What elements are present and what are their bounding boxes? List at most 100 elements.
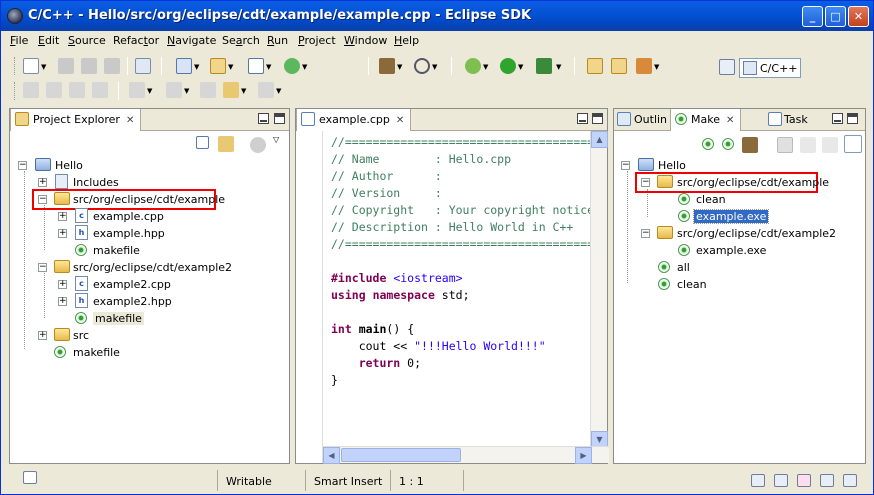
- search-icon[interactable]: [636, 58, 652, 74]
- home-icon[interactable]: [777, 137, 793, 153]
- scroll-thumb[interactable]: [341, 448, 461, 462]
- minimize-view-button[interactable]: [258, 113, 269, 124]
- menu-file[interactable]: File: [10, 34, 28, 47]
- maximize-view-button[interactable]: [274, 113, 285, 124]
- expand-icon[interactable]: +: [58, 297, 67, 306]
- tab-project-explorer[interactable]: Project Explorer ✕: [10, 109, 142, 131]
- menu-search[interactable]: Search: [222, 34, 260, 47]
- back-icon[interactable]: [800, 137, 816, 153]
- target-dropdown-icon[interactable]: ▼: [432, 64, 439, 71]
- build-icon[interactable]: [379, 58, 395, 74]
- prev-annotation-icon[interactable]: [166, 82, 182, 98]
- forward-dropdown-icon[interactable]: ▼: [276, 88, 283, 95]
- new-source-icon[interactable]: [248, 58, 264, 74]
- forward-icon[interactable]: [258, 82, 274, 98]
- run-icon[interactable]: [500, 58, 516, 74]
- close-button[interactable]: ✕: [848, 6, 869, 27]
- prev-annotation-dropdown-icon[interactable]: ▼: [184, 88, 191, 95]
- open-type-icon[interactable]: [587, 58, 603, 74]
- tab-example-cpp[interactable]: example.cpp ✕: [296, 109, 412, 131]
- target-icon[interactable]: [414, 58, 430, 74]
- next-annotation-icon[interactable]: [129, 82, 145, 98]
- collapse-icon[interactable]: −: [38, 263, 47, 272]
- menu-refactor[interactable]: Refactor: [113, 34, 159, 47]
- collapse-icon[interactable]: −: [621, 161, 630, 170]
- new-folder-icon[interactable]: [210, 58, 226, 74]
- binary-icon[interactable]: [135, 58, 151, 74]
- open-perspective-icon[interactable]: [719, 59, 735, 75]
- scroll-right-button[interactable]: ▶: [575, 447, 592, 464]
- external-tools-dropdown-icon[interactable]: ▼: [556, 64, 563, 71]
- fast-view-icon[interactable]: [23, 471, 37, 484]
- perspective-switcher[interactable]: C/C++: [739, 58, 801, 78]
- editor-horizontal-scrollbar[interactable]: ◀ ▶: [323, 446, 609, 464]
- open-element-icon[interactable]: [611, 58, 627, 74]
- new-folder-dropdown-icon[interactable]: ▼: [228, 64, 235, 71]
- expand-icon[interactable]: +: [58, 229, 67, 238]
- next-annotation-dropdown-icon[interactable]: ▼: [147, 88, 154, 95]
- maximize-view-button[interactable]: [847, 113, 858, 124]
- build-icon[interactable]: [742, 137, 758, 153]
- collapse-icon[interactable]: −: [641, 178, 650, 187]
- outline-icon[interactable]: [843, 474, 857, 487]
- external-tools-icon[interactable]: [536, 58, 552, 74]
- collapse-all-icon[interactable]: [196, 136, 209, 149]
- expand-icon[interactable]: +: [58, 212, 67, 221]
- new-project-dropdown-icon[interactable]: ▼: [194, 64, 201, 71]
- tab-make[interactable]: Make ✕: [670, 109, 742, 131]
- save-icon[interactable]: [58, 58, 74, 74]
- close-icon[interactable]: ✕: [396, 115, 404, 126]
- last-edit-icon[interactable]: [200, 82, 216, 98]
- problems-icon[interactable]: [774, 474, 788, 487]
- debug-icon[interactable]: [465, 58, 481, 74]
- collapse-icon[interactable]: −: [641, 229, 650, 238]
- hide-empty-folders-icon[interactable]: [844, 135, 862, 153]
- close-icon[interactable]: ✕: [126, 115, 134, 126]
- new-class-dropdown-icon[interactable]: ▼: [302, 64, 309, 71]
- view-menu-icon[interactable]: ▽: [273, 135, 279, 144]
- tree-item-src-org-eclipse-cdt-example[interactable]: − src/org/eclipse/cdt/example: [32, 189, 225, 210]
- collapse-icon[interactable]: −: [38, 195, 47, 204]
- debug-dropdown-icon[interactable]: ▼: [483, 64, 490, 71]
- expand-icon[interactable]: +: [38, 178, 47, 187]
- properties-icon[interactable]: [820, 474, 834, 487]
- close-icon[interactable]: ✕: [726, 115, 734, 126]
- print-icon[interactable]: [104, 58, 120, 74]
- editor-vertical-scrollbar[interactable]: ▲ ▼: [590, 131, 608, 448]
- menu-navigate[interactable]: Navigate: [167, 34, 216, 47]
- collapse-icon[interactable]: −: [18, 161, 27, 170]
- paragraph-icon[interactable]: [92, 82, 108, 98]
- save-all-icon[interactable]: [81, 58, 97, 74]
- minimize-view-button[interactable]: [832, 113, 843, 124]
- minimize-button[interactable]: _: [802, 6, 823, 27]
- menu-project[interactable]: Project: [298, 34, 336, 47]
- make-item-src-org-eclipse-cdt-example[interactable]: − src/org/eclipse/cdt/example: [635, 172, 829, 193]
- scroll-up-button[interactable]: ▲: [591, 131, 608, 148]
- build-target-icon[interactable]: [722, 138, 734, 150]
- menu-run[interactable]: Run: [267, 34, 288, 47]
- menu-source[interactable]: Source: [68, 34, 106, 47]
- menu-help[interactable]: Help: [394, 34, 419, 47]
- new-project-icon[interactable]: [176, 58, 192, 74]
- menu-edit[interactable]: Edit: [38, 34, 59, 47]
- new-class-icon[interactable]: [284, 58, 300, 74]
- expand-icon[interactable]: +: [38, 331, 47, 340]
- scroll-left-button[interactable]: ◀: [323, 447, 340, 464]
- code-text[interactable]: //===================================== …: [323, 131, 593, 448]
- new-source-dropdown-icon[interactable]: ▼: [266, 64, 273, 71]
- menu-window[interactable]: Window: [344, 34, 387, 47]
- maximize-button[interactable]: □: [825, 6, 846, 27]
- minimize-editor-button[interactable]: [577, 113, 588, 124]
- tab-tasks[interactable]: Task: [762, 109, 814, 131]
- toggle-mark-occurrences-icon[interactable]: [23, 82, 39, 98]
- tasks-icon[interactable]: [797, 474, 811, 487]
- forward-icon[interactable]: [822, 137, 838, 153]
- maximize-editor-button[interactable]: [592, 113, 603, 124]
- back-dropdown-icon[interactable]: ▼: [241, 88, 248, 95]
- add-target-icon[interactable]: [702, 138, 714, 150]
- show-whitespace-icon[interactable]: [46, 82, 62, 98]
- filter-icon[interactable]: [250, 137, 266, 153]
- build-dropdown-icon[interactable]: ▼: [397, 64, 404, 71]
- back-icon[interactable]: [223, 82, 239, 98]
- block-selection-icon[interactable]: [69, 82, 85, 98]
